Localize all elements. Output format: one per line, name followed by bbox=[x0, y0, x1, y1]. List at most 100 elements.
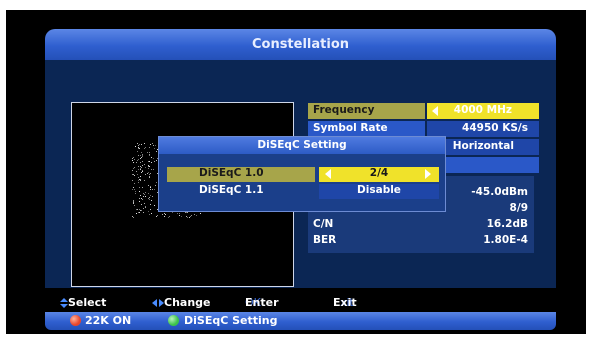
constellation-point bbox=[164, 214, 166, 216]
constellation-point bbox=[145, 207, 147, 209]
constellation-point bbox=[142, 161, 144, 163]
constellation-point bbox=[140, 151, 142, 153]
constellation-point bbox=[141, 204, 143, 206]
constellation-point bbox=[148, 155, 150, 157]
ber-value: 1.80E-4 bbox=[483, 234, 528, 246]
constellation-point bbox=[134, 190, 136, 192]
constellation-point bbox=[186, 211, 188, 213]
constellation-point bbox=[139, 195, 141, 197]
diseqc11-label: DiSEqC 1.1 bbox=[199, 184, 264, 196]
constellation-point bbox=[139, 158, 141, 160]
legend-select: Select bbox=[60, 296, 106, 309]
constellation-point bbox=[149, 187, 151, 189]
diseqc11-row[interactable]: DiSEqC 1.1 Disable bbox=[167, 184, 439, 199]
constellation-point bbox=[142, 196, 144, 198]
constellation-point bbox=[138, 201, 140, 203]
constellation-point bbox=[134, 145, 136, 147]
constellation-point bbox=[149, 146, 151, 148]
constellation-point bbox=[150, 200, 152, 202]
constellation-point bbox=[141, 171, 143, 173]
constellation-point bbox=[133, 205, 135, 207]
symbol-rate-row[interactable]: Symbol Rate 44950 KS/s bbox=[308, 121, 539, 137]
page-title: Constellation bbox=[45, 29, 556, 60]
constellation-point bbox=[139, 176, 141, 178]
constellation-point bbox=[140, 172, 142, 174]
legend-exit-text: Exit bbox=[333, 296, 357, 309]
constellation-point bbox=[149, 174, 151, 176]
arrow-right-icon[interactable] bbox=[425, 169, 431, 179]
constellation-point bbox=[196, 214, 198, 216]
constellation-point bbox=[150, 203, 152, 205]
constellation-point bbox=[164, 215, 166, 217]
constellation-point bbox=[137, 151, 139, 153]
constellation-point bbox=[149, 189, 151, 191]
constellation-point bbox=[147, 185, 149, 187]
constellation-point bbox=[145, 174, 147, 176]
constellation-point bbox=[144, 193, 146, 195]
constellation-point bbox=[153, 145, 155, 147]
symbol-rate-label: Symbol Rate bbox=[313, 122, 388, 134]
ber-row: BER 1.80E-4 bbox=[308, 233, 534, 249]
constellation-point bbox=[157, 214, 159, 216]
frequency-row[interactable]: Frequency 4000 MHz bbox=[308, 103, 539, 119]
constellation-point bbox=[138, 181, 140, 183]
constellation-point bbox=[143, 163, 145, 165]
diseqc-setting-dialog: DiSEqC Setting DiSEqC 1.0 2/4 DiSEqC 1.1… bbox=[158, 136, 446, 212]
constellation-point bbox=[156, 160, 158, 162]
constellation-point bbox=[149, 154, 151, 156]
constellation-point bbox=[177, 213, 179, 215]
constellation-point bbox=[132, 179, 133, 181]
cn-value: 16.2dB bbox=[486, 218, 528, 230]
red-button-icon bbox=[70, 315, 81, 326]
constellation-point bbox=[144, 147, 146, 149]
constellation-point bbox=[151, 213, 153, 215]
constellation-point bbox=[181, 216, 183, 218]
constellation-point bbox=[145, 191, 147, 193]
constellation-point bbox=[149, 213, 151, 215]
constellation-point bbox=[149, 177, 151, 179]
constellation-point bbox=[134, 175, 136, 177]
constellation-point bbox=[150, 157, 152, 159]
constellation-point bbox=[139, 169, 141, 171]
constellation-point bbox=[167, 217, 169, 219]
diseqc10-row[interactable]: DiSEqC 1.0 2/4 bbox=[167, 167, 439, 182]
left-right-arrow-icon bbox=[152, 299, 164, 307]
constellation-point bbox=[141, 199, 143, 201]
constellation-point bbox=[152, 189, 154, 191]
arrow-left-icon bbox=[432, 106, 438, 116]
constellation-point bbox=[147, 167, 149, 169]
constellation-point bbox=[133, 158, 135, 160]
constellation-point bbox=[139, 212, 141, 214]
constellation-point bbox=[155, 150, 157, 152]
polarization-value: Horizontal bbox=[452, 140, 514, 152]
red-button-label[interactable]: 22K ON bbox=[85, 314, 131, 327]
constellation-point bbox=[135, 193, 137, 195]
constellation-point bbox=[133, 156, 135, 158]
green-button-label[interactable]: DiSEqC Setting bbox=[184, 314, 278, 327]
constellation-point bbox=[143, 202, 145, 204]
constellation-point bbox=[156, 216, 158, 218]
constellation-point bbox=[135, 162, 137, 164]
constellation-point bbox=[142, 156, 144, 158]
constellation-point bbox=[144, 179, 146, 181]
constellation-point bbox=[138, 190, 140, 192]
constellation-point bbox=[143, 212, 145, 214]
constellation-point bbox=[134, 183, 136, 185]
constellation-point bbox=[137, 147, 139, 149]
fec-value: 8/9 bbox=[509, 202, 528, 214]
constellation-point bbox=[142, 207, 144, 209]
cn-row: C/N 16.2dB bbox=[308, 217, 534, 233]
legend-select-text: Select bbox=[68, 296, 107, 309]
constellation-point bbox=[136, 174, 138, 176]
constellation-point bbox=[141, 167, 143, 169]
constellation-point bbox=[145, 196, 147, 198]
constellation-point bbox=[155, 145, 157, 147]
constellation-point bbox=[148, 197, 150, 199]
constellation-point bbox=[138, 197, 140, 199]
constellation-point bbox=[153, 161, 155, 163]
diseqc11-value: Disable bbox=[357, 184, 401, 196]
up-down-arrow-icon bbox=[60, 298, 68, 308]
constellation-point bbox=[161, 214, 163, 216]
constellation-point bbox=[139, 165, 141, 167]
legend-change: Change bbox=[152, 296, 211, 309]
